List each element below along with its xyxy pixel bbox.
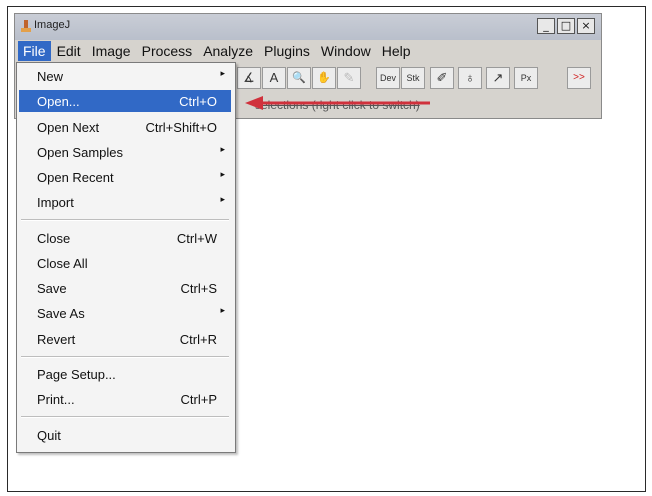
menu-item-label: Open Next xyxy=(37,120,100,135)
arrow-tool-icon[interactable]: ↗ xyxy=(486,67,510,89)
menu-item-label: Close xyxy=(37,231,71,246)
menu-item-shortcut: Ctrl+O xyxy=(179,94,217,109)
menu-item-label: Import xyxy=(37,195,74,210)
submenu-arrow-icon: ▸ xyxy=(220,305,225,315)
stk-tool-icon[interactable]: Stk xyxy=(401,67,425,89)
menu-item-label: Save As xyxy=(37,306,85,321)
menu-plugins[interactable]: Plugins xyxy=(259,41,315,61)
pixel-inspector-icon[interactable]: Px xyxy=(514,67,538,89)
menu-item-label: Print... xyxy=(37,392,75,407)
brush-tool-icon[interactable]: ✐ xyxy=(430,67,454,89)
menu-item-label: Close All xyxy=(37,256,88,271)
file-menu-quit[interactable]: Quit xyxy=(19,424,231,446)
menu-item-label: Revert xyxy=(37,332,76,347)
dev-tool-icon[interactable]: Dev xyxy=(376,67,400,89)
submenu-arrow-icon: ▸ xyxy=(220,169,225,179)
menu-item-label: Quit xyxy=(37,428,61,443)
flood-fill-tool-icon[interactable]: ♁ xyxy=(458,67,482,89)
menu-item-label: Open... xyxy=(37,94,80,109)
file-menu-new[interactable]: New ▸ xyxy=(19,65,231,87)
angle-tool-icon[interactable]: ∡ xyxy=(237,67,261,89)
file-menu-open-next[interactable]: Open Next Ctrl+Shift+O xyxy=(19,116,231,138)
file-menu-save[interactable]: Save Ctrl+S xyxy=(19,277,231,299)
file-menu-open-recent[interactable]: Open Recent ▸ xyxy=(19,166,231,188)
text-tool-icon[interactable]: A xyxy=(262,67,286,89)
menu-item-label: New xyxy=(37,69,64,84)
menu-item-label: Open Samples xyxy=(37,145,123,160)
minimize-button[interactable]: _ xyxy=(537,18,555,34)
maximize-button[interactable]: □ xyxy=(557,18,575,34)
menu-edit[interactable]: Edit xyxy=(52,41,86,61)
file-menu-print[interactable]: Print... Ctrl+P xyxy=(19,388,231,410)
menu-item-shortcut: Ctrl+R xyxy=(179,332,217,347)
menu-item-label: Save xyxy=(37,281,67,296)
menu-analyze[interactable]: Analyze xyxy=(198,41,258,61)
menu-image[interactable]: Image xyxy=(87,41,136,61)
submenu-arrow-icon: ▸ xyxy=(220,194,225,204)
file-menu-page-setup[interactable]: Page Setup... xyxy=(19,363,231,385)
menu-item-shortcut: Ctrl+S xyxy=(180,281,217,296)
more-tools-icon[interactable]: >> xyxy=(567,67,591,89)
menu-help[interactable]: Help xyxy=(377,41,416,61)
menu-separator xyxy=(21,219,229,221)
menu-file[interactable]: File xyxy=(18,41,51,61)
file-menu-revert[interactable]: Revert Ctrl+R xyxy=(19,328,231,350)
file-menu-close-all[interactable]: Close All xyxy=(19,252,231,274)
file-menu-save-as[interactable]: Save As ▸ xyxy=(19,302,231,324)
submenu-arrow-icon: ▸ xyxy=(220,144,225,154)
color-picker-tool-icon[interactable]: ✎ xyxy=(337,67,361,89)
menu-window[interactable]: Window xyxy=(316,41,376,61)
submenu-arrow-icon: ▸ xyxy=(220,68,225,78)
hand-tool-icon[interactable]: ✋ xyxy=(312,67,336,89)
close-button[interactable]: × xyxy=(577,18,595,34)
menu-bar: File Edit Image Process Analyze Plugins … xyxy=(15,40,601,62)
title-bar[interactable]: ImageJ _ □ × xyxy=(15,14,601,40)
window-title: ImageJ xyxy=(34,19,71,31)
menu-item-shortcut: Ctrl+W xyxy=(176,231,217,246)
menu-item-label: Open Recent xyxy=(37,170,114,185)
imagej-app-icon xyxy=(21,20,31,32)
file-menu-open[interactable]: Open... Ctrl+O xyxy=(19,90,231,112)
annotation-arrow-icon xyxy=(245,96,430,110)
menu-process[interactable]: Process xyxy=(137,41,198,61)
magnifier-tool-icon[interactable]: 🔍 xyxy=(287,67,311,89)
menu-item-shortcut: Ctrl+Shift+O xyxy=(145,120,217,135)
file-menu-open-samples[interactable]: Open Samples ▸ xyxy=(19,141,231,163)
menu-separator xyxy=(21,416,229,418)
menu-item-shortcut: Ctrl+P xyxy=(180,392,217,407)
file-menu-close[interactable]: Close Ctrl+W xyxy=(19,227,231,249)
menu-item-label: Page Setup... xyxy=(37,367,116,382)
file-menu-import[interactable]: Import ▸ xyxy=(19,191,231,213)
file-menu-dropdown: New ▸ Open... Ctrl+O Open Next Ctrl+Shif… xyxy=(16,62,236,453)
menu-separator xyxy=(21,356,229,358)
